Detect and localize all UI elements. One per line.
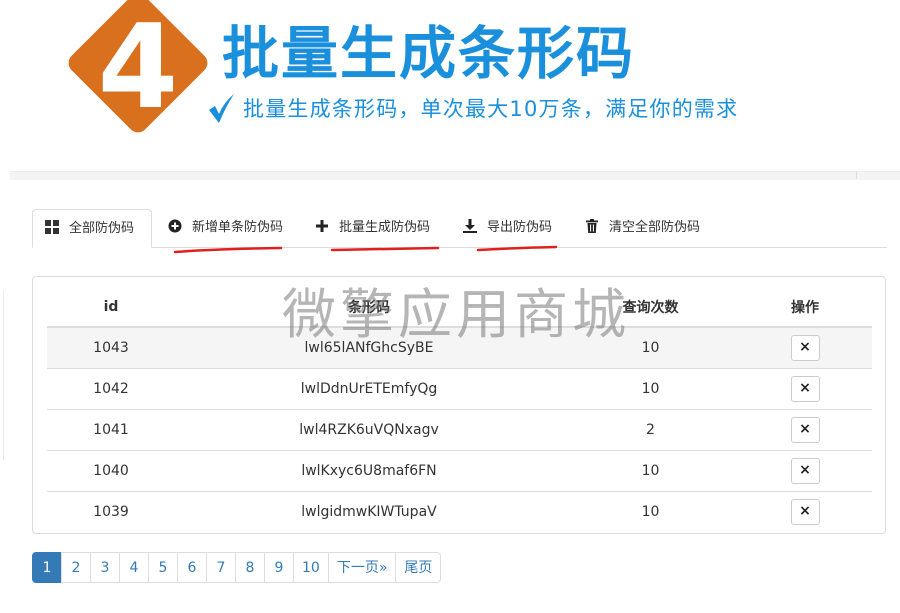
cell-query-count: 2 (563, 409, 738, 451)
cell-barcode: lwlKxyc6U8maf6FN (175, 450, 563, 492)
cell-query-count: 10 (563, 491, 738, 532)
tab-add-single-code[interactable]: 新增单条防伪码 (168, 209, 283, 247)
pagination: 1 2 3 4 5 6 7 8 9 10 下一页» 尾页 (32, 552, 442, 583)
cell-id: 1041 (47, 409, 175, 451)
tab-label: 清空全部防伪码 (609, 220, 701, 235)
annotation-underline (173, 246, 283, 254)
table-row: 1039 lwlgidmwKIWTupaV 10 × (47, 491, 872, 532)
tab-batch-generate[interactable]: 批量生成防伪码 (315, 209, 430, 247)
cell-id: 1042 (47, 368, 175, 410)
cell-query-count: 10 (563, 368, 738, 410)
badge-number: 4 (97, 0, 179, 135)
top-strip-divider (856, 171, 857, 179)
cell-id: 1040 (47, 450, 175, 492)
left-edge-line (3, 290, 4, 460)
cell-barcode: lwlgidmwKIWTupaV (175, 491, 563, 532)
tab-all-codes[interactable]: 全部防伪码 (32, 209, 152, 248)
cell-barcode: lwlDdnUrETEmfyQg (175, 368, 563, 410)
tab-label: 批量生成防伪码 (339, 220, 431, 235)
delete-button[interactable]: × (790, 376, 820, 402)
page-10[interactable]: 10 (293, 552, 329, 583)
delete-button[interactable]: × (790, 458, 820, 484)
check-icon (209, 94, 234, 123)
page-3[interactable]: 3 (90, 552, 120, 583)
banner-subtitle: 批量生成条形码，单次最大10万条，满足你的需求 (243, 97, 739, 121)
delete-button[interactable]: × (790, 499, 820, 525)
column-header-actions: 操作 (738, 287, 872, 328)
tab-label: 导出防伪码 (487, 220, 553, 235)
cell-query-count: 10 (563, 450, 738, 492)
page-2[interactable]: 2 (61, 552, 91, 583)
page-9[interactable]: 9 (264, 552, 294, 583)
page-8[interactable]: 8 (235, 552, 265, 583)
banner-title: 批量生成条形码 (222, 21, 635, 87)
column-header-query-count: 查询次数 (563, 287, 738, 328)
tab-label: 新增单条防伪码 (192, 220, 284, 235)
cell-barcode: lwl65lANfGhcSyBE (175, 326, 563, 369)
table-row: 1040 lwlKxyc6U8maf6FN 10 × (47, 450, 872, 492)
table-row: 1043 lwl65lANfGhcSyBE 10 × (47, 326, 872, 369)
cell-query-count: 10 (563, 326, 738, 369)
column-header-barcode: 条形码 (175, 287, 563, 328)
trash-icon (586, 219, 598, 233)
table-row: 1041 lwl4RZK6uVQNxagv 2 × (47, 409, 872, 451)
top-strip (10, 171, 900, 180)
codes-table-panel: id 条形码 查询次数 操作 1043 lwl65lANfGhcSyBE 10 … (32, 276, 886, 534)
delete-button[interactable]: × (790, 335, 820, 361)
next-page-button[interactable]: 下一页» (327, 552, 397, 583)
page-6[interactable]: 6 (177, 552, 207, 583)
codes-table: id 条形码 查询次数 操作 1043 lwl65lANfGhcSyBE 10 … (47, 287, 872, 532)
plus-circle-icon (168, 219, 182, 233)
delete-button[interactable]: × (790, 417, 820, 443)
annotation-underline (476, 245, 558, 252)
page-1[interactable]: 1 (32, 552, 62, 583)
cell-id: 1039 (47, 491, 175, 532)
column-header-id: id (47, 287, 175, 328)
cell-id: 1043 (47, 326, 175, 369)
page-4[interactable]: 4 (119, 552, 149, 583)
annotation-underline (330, 246, 440, 252)
tab-export-codes[interactable]: 导出防伪码 (463, 209, 552, 247)
page-7[interactable]: 7 (206, 552, 236, 583)
tab-bar: 全部防伪码 新增单条防伪码 批量生成防伪码 导出防伪码 清空全部防伪码 (32, 209, 887, 248)
last-page-button[interactable]: 尾页 (395, 552, 442, 583)
table-header-row: id 条形码 查询次数 操作 (47, 287, 872, 328)
tab-clear-all-codes[interactable]: 清空全部防伪码 (585, 209, 700, 247)
tab-label: 全部防伪码 (69, 221, 135, 236)
grid-icon (45, 220, 59, 234)
plus-icon (316, 220, 328, 232)
promo-banner: 4 批量生成条形码 批量生成条形码，单次最大10万条，满足你的需求 (0, 0, 900, 160)
page-5[interactable]: 5 (148, 552, 178, 583)
table-row: 1042 lwlDdnUrETEmfyQg 10 × (47, 368, 872, 410)
cell-barcode: lwl4RZK6uVQNxagv (175, 409, 563, 451)
download-icon (463, 219, 477, 233)
